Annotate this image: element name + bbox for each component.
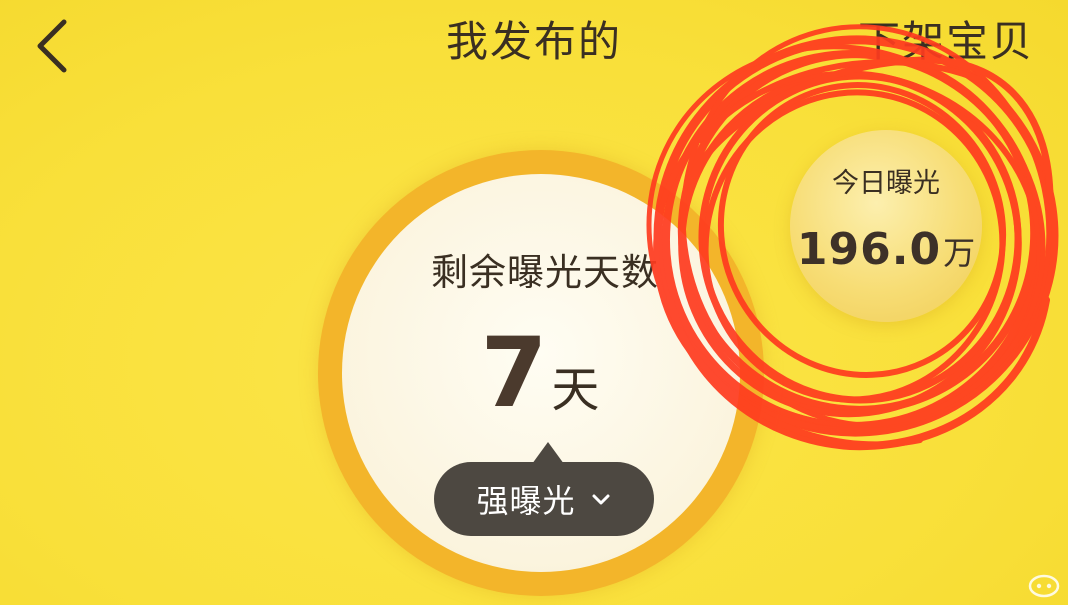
today-exposure-unit: 万 [943,234,976,272]
exposure-mode-dropdown[interactable]: 强曝光 [434,462,654,536]
exposure-mode-label: 强曝光 [476,482,576,520]
remaining-days-unit: 天 [551,362,600,418]
today-exposure: 196.0万 [790,220,982,283]
today-exposure-value: 196.0 [796,224,942,275]
exposure-screen: 我发布的 下架宝贝 剩余曝光天数 7天 强曝光 今日曝光 196.0万 [0,0,1068,605]
today-exposure-label: 今日曝光 [832,168,940,199]
chevron-down-icon [592,494,609,505]
delist-item-button[interactable]: 下架宝贝 [858,12,1034,72]
remaining-days: 7天 [440,318,640,445]
watermark-logo [1028,574,1060,598]
remaining-days-value: 7 [480,317,548,429]
remaining-days-label: 剩余曝光天数 [431,251,659,294]
pill-pointer [532,442,564,464]
